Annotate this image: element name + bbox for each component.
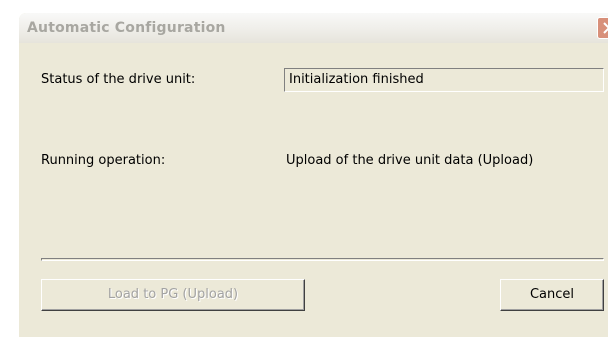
operation-value: Upload of the drive unit data (Upload) bbox=[286, 153, 534, 168]
status-value: Initialization finished bbox=[289, 72, 424, 87]
cancel-button[interactable]: Cancel bbox=[500, 279, 604, 311]
close-button[interactable] bbox=[597, 17, 608, 39]
operation-label: Running operation: bbox=[41, 153, 166, 168]
progress-bar bbox=[41, 258, 604, 261]
automatic-configuration-dialog: Automatic Configuration Status of the dr… bbox=[19, 13, 608, 337]
status-label: Status of the drive unit: bbox=[41, 72, 196, 87]
title-bar[interactable]: Automatic Configuration bbox=[19, 13, 608, 43]
dialog-title: Automatic Configuration bbox=[27, 20, 226, 36]
close-icon bbox=[603, 22, 608, 34]
load-to-pg-button[interactable]: Load to PG (Upload) bbox=[41, 279, 305, 311]
status-field: Initialization finished bbox=[284, 68, 604, 92]
